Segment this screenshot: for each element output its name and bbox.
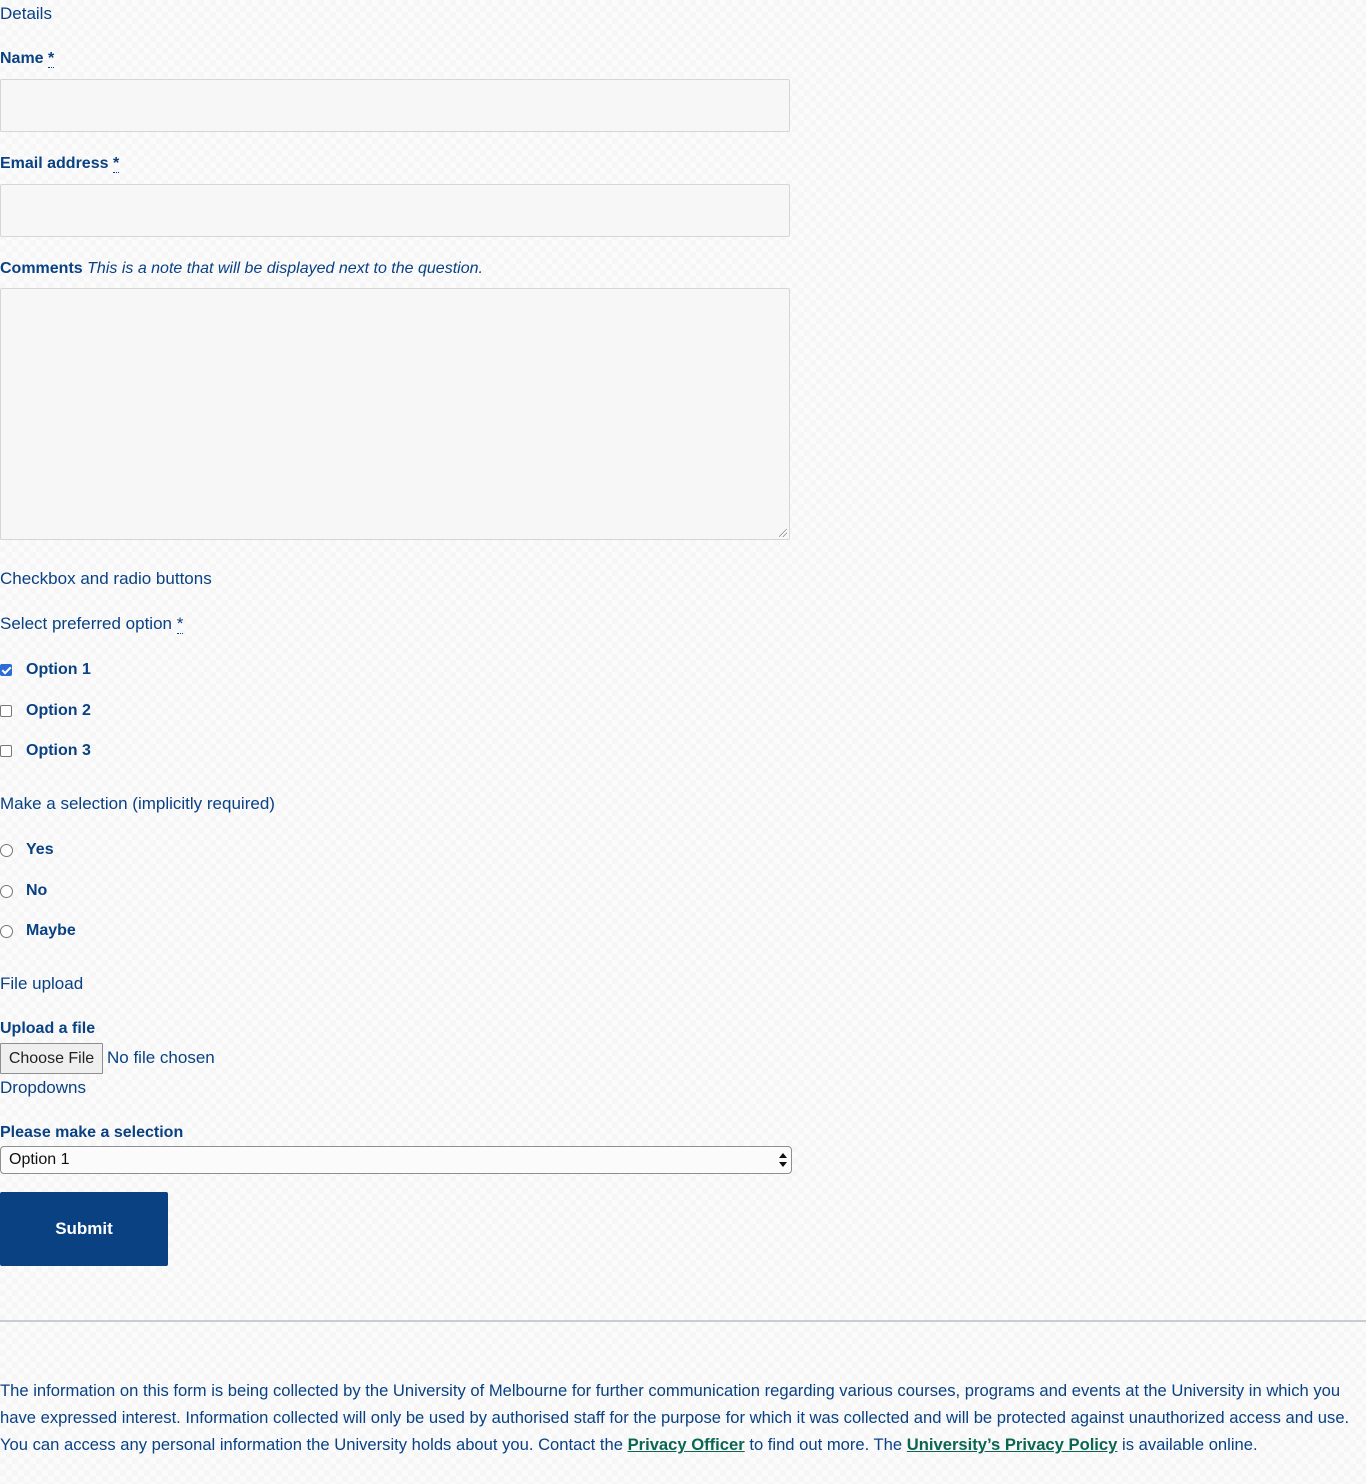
radio-option-no[interactable]: No	[0, 879, 47, 903]
radio-icon[interactable]	[0, 924, 13, 938]
checkbox-icon[interactable]	[0, 745, 12, 757]
required-marker: *	[112, 155, 120, 173]
comments-label: Comments This is a note that will be dis…	[0, 257, 483, 281]
section-title-checkbox-radio: Checkbox and radio buttons	[0, 569, 212, 588]
checkbox-option-3[interactable]: Option 3	[0, 739, 91, 763]
radio-option-yes[interactable]: Yes	[0, 838, 54, 862]
checkbox-option-label: Option 2	[26, 702, 91, 719]
name-label-text: Name	[0, 50, 44, 67]
checkbox-group-label: Select preferred option *	[0, 612, 184, 636]
comments-note: This is a note that will be displayed ne…	[87, 260, 483, 277]
checkbox-group-label-text: Select preferred option	[0, 614, 172, 633]
radio-icon[interactable]	[0, 843, 13, 857]
choose-file-button[interactable]: Choose File	[0, 1043, 103, 1074]
required-marker: *	[176, 614, 184, 634]
divider	[0, 1320, 1366, 1322]
privacy-officer-link[interactable]: Privacy Officer	[628, 1435, 745, 1454]
radio-group-label: Make a selection (implicitly required)	[0, 794, 275, 813]
name-input[interactable]	[0, 79, 790, 132]
upload-label: Upload a file	[0, 1020, 96, 1037]
dropdown-label: Please make a selection	[0, 1124, 184, 1141]
radio-icon[interactable]	[0, 884, 13, 898]
privacy-text: to find out more. The	[744, 1435, 907, 1454]
section-title-file-upload: File upload	[0, 974, 84, 993]
radio-option-maybe[interactable]: Maybe	[0, 919, 76, 943]
checkbox-option-1[interactable]: Option 1	[0, 658, 91, 682]
email-input[interactable]	[0, 184, 790, 237]
radio-option-label: Maybe	[26, 922, 76, 939]
radio-option-label: No	[26, 882, 48, 899]
radio-option-label: Yes	[26, 841, 54, 858]
name-label: Name *	[0, 47, 55, 71]
required-marker: *	[48, 50, 55, 68]
dropdown-selected-value: Option 1	[9, 1151, 70, 1168]
section-title-details: Details	[0, 4, 52, 23]
checkbox-checked-icon[interactable]	[0, 664, 12, 676]
section-title-dropdowns: Dropdowns	[0, 1078, 86, 1097]
checkbox-icon[interactable]	[0, 705, 12, 717]
privacy-statement: The information on this form is being co…	[0, 1377, 1350, 1458]
comments-textarea[interactable]	[0, 288, 790, 540]
privacy-text: is available online.	[1117, 1435, 1258, 1454]
privacy-policy-link[interactable]: University’s Privacy Policy	[907, 1435, 1118, 1454]
selection-dropdown[interactable]: Option 1	[0, 1146, 792, 1174]
comments-label-text: Comments	[0, 260, 83, 277]
checkbox-option-2[interactable]: Option 2	[0, 699, 91, 723]
submit-button[interactable]: Submit	[0, 1192, 168, 1266]
email-label: Email address *	[0, 152, 120, 176]
updown-arrows-icon	[779, 1153, 787, 1167]
resize-grip-icon[interactable]	[779, 529, 787, 537]
email-label-text: Email address	[0, 155, 109, 172]
checkbox-option-label: Option 1	[26, 661, 91, 678]
checkbox-option-label: Option 3	[26, 742, 91, 759]
file-status-text: No file chosen	[107, 1048, 215, 1067]
